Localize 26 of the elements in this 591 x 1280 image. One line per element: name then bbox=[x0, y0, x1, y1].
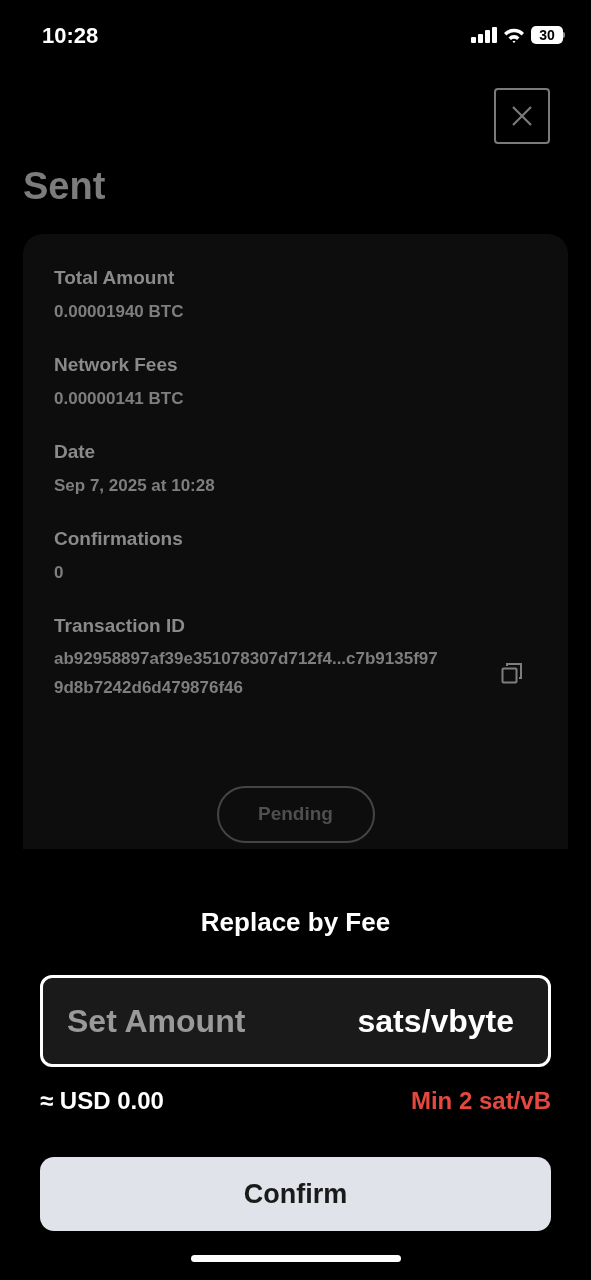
close-icon bbox=[511, 105, 533, 127]
status-pill: Pending bbox=[216, 786, 375, 843]
minimum-fee-warning: Min 2 sat/vB bbox=[410, 1086, 551, 1116]
wifi-icon bbox=[503, 27, 525, 43]
detail-value: 0.00001940 BTC bbox=[54, 301, 185, 323]
page-title: Sent bbox=[23, 164, 107, 208]
detail-label: Transaction ID bbox=[54, 614, 186, 638]
close-button[interactable] bbox=[494, 88, 550, 144]
detail-value: 0.00000141 BTC bbox=[54, 388, 185, 410]
battery-icon: 30 bbox=[531, 26, 565, 44]
copy-icon[interactable] bbox=[501, 662, 523, 684]
status-time: 10:28 bbox=[42, 21, 99, 50]
fiat-estimate: ≈ USD 0.00 bbox=[40, 1086, 164, 1116]
detail-label: Total Amount bbox=[54, 266, 176, 290]
detail-label: Confirmations bbox=[54, 527, 184, 551]
fee-rate-field[interactable]: Set Amount sats/vbyte bbox=[40, 975, 551, 1067]
detail-value: Sep 7, 2025 at 10:28 bbox=[54, 475, 216, 497]
transaction-id: ab92958897af39e351078307d712f4...c7b9135f97 9d8b7242d6d479876f46 bbox=[54, 648, 439, 699]
signal-icon bbox=[471, 27, 497, 43]
detail-value: 0 bbox=[54, 562, 65, 584]
unit-label: sats/vbyte bbox=[357, 1002, 514, 1041]
confirm-button[interactable]: Confirm bbox=[40, 1157, 551, 1231]
detail-label: Network Fees bbox=[54, 353, 179, 377]
amount-input[interactable]: Set Amount bbox=[67, 997, 358, 1045]
detail-label: Date bbox=[54, 440, 97, 464]
sheet-title: Replace by Fee bbox=[200, 907, 391, 937]
